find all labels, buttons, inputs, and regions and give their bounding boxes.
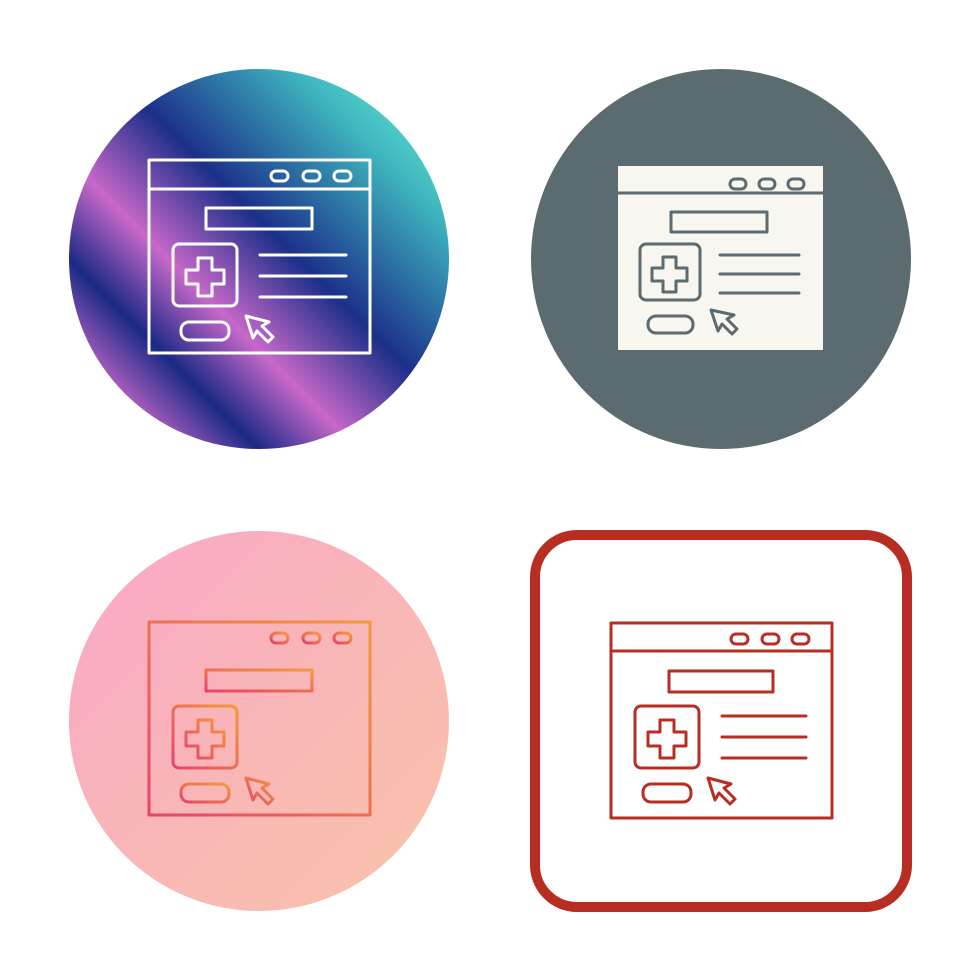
background-circle (69, 531, 449, 911)
medical-website-icon-gradient-circle (64, 64, 454, 454)
icon-set (0, 0, 980, 980)
medical-website-icon-gradient-line-circle (64, 526, 454, 916)
medical-website-icon-glyph-circle (526, 64, 916, 454)
background-circle (69, 69, 449, 449)
rounded-square-frame (530, 530, 912, 912)
browser-window-icon (616, 166, 825, 350)
medical-website-icon-outline-square (526, 526, 916, 916)
